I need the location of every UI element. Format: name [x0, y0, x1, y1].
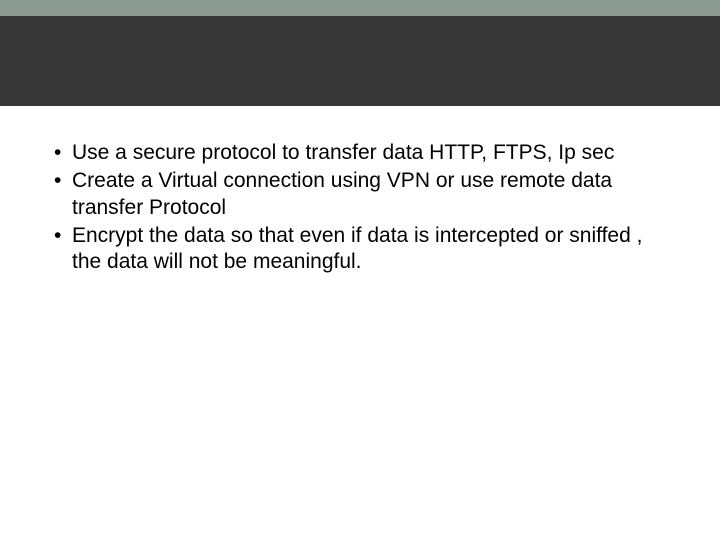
bullet-list: Use a secure protocol to transfer data H… [54, 140, 666, 275]
header-accent-band [0, 0, 720, 16]
slide: Use a secure protocol to transfer data H… [0, 0, 720, 540]
list-item: Encrypt the data so that even if data is… [54, 223, 666, 276]
slide-body: Use a secure protocol to transfer data H… [54, 140, 666, 277]
title-band [0, 16, 720, 106]
list-item: Use a secure protocol to transfer data H… [54, 140, 666, 166]
list-item-text: Encrypt the data so that even if data is… [72, 224, 642, 273]
list-item-text: Use a secure protocol to transfer data H… [72, 141, 614, 164]
list-item-text: Create a Virtual connection using VPN or… [72, 169, 612, 218]
list-item: Create a Virtual connection using VPN or… [54, 168, 666, 221]
